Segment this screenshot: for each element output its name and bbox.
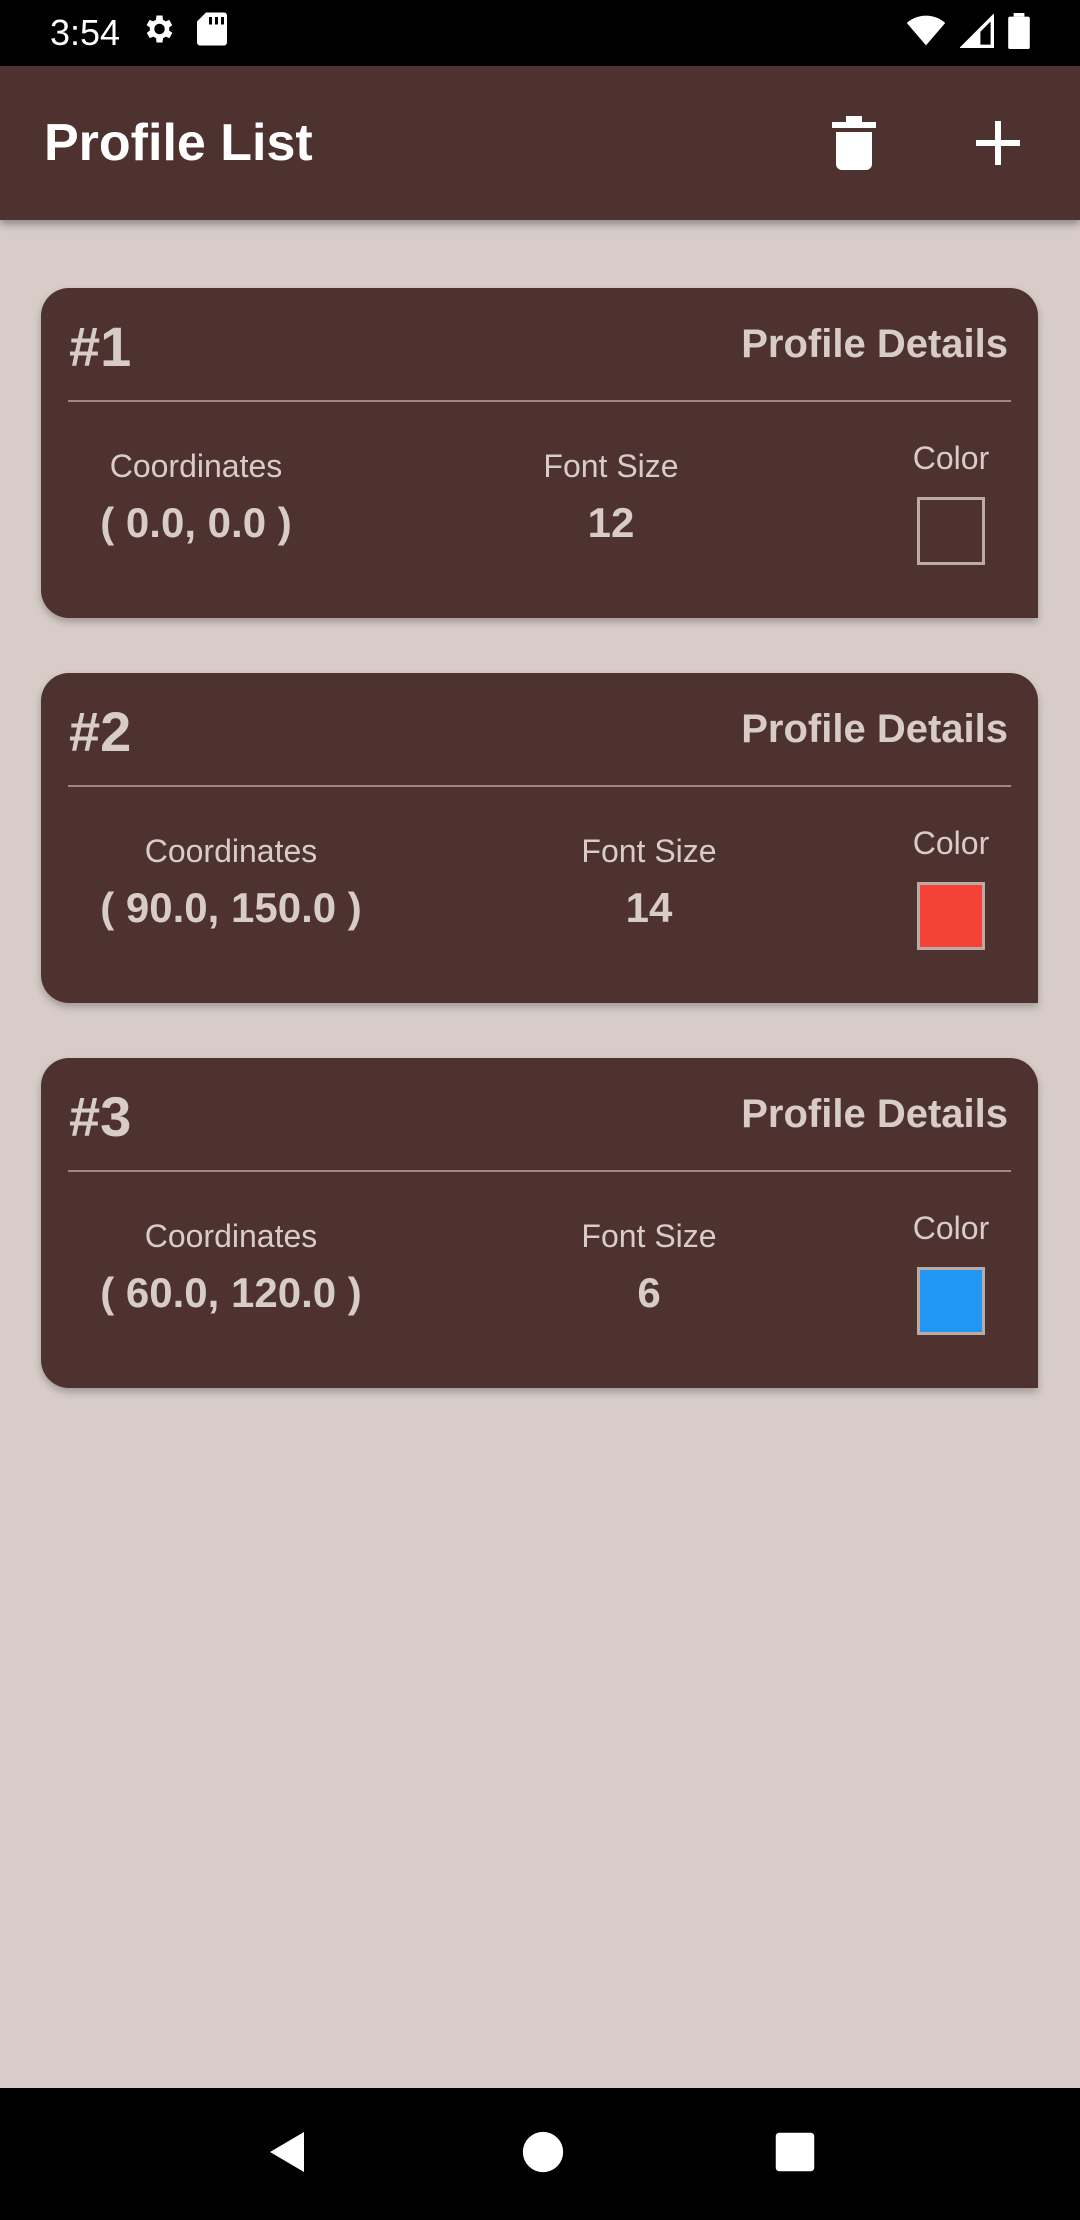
sd-card-icon bbox=[196, 11, 228, 56]
color-label: Color bbox=[912, 440, 990, 476]
recents-button[interactable] bbox=[774, 2131, 816, 2178]
back-button[interactable] bbox=[264, 2128, 312, 2181]
profile-details-link[interactable]: Profile Details bbox=[741, 322, 1008, 367]
color-label: Color bbox=[912, 825, 990, 861]
font-size-label: Font Size bbox=[581, 833, 717, 869]
battery-icon bbox=[1008, 12, 1030, 54]
settings-icon bbox=[140, 11, 176, 56]
color-swatch bbox=[917, 497, 985, 565]
status-bar: 3:54 bbox=[0, 0, 1080, 66]
font-size-label: Font Size bbox=[581, 1218, 717, 1254]
font-size-value: 14 bbox=[625, 884, 673, 931]
app-bar: Profile List bbox=[0, 66, 1080, 220]
coordinates-label: Coordinates bbox=[144, 833, 318, 869]
divider bbox=[68, 785, 1011, 787]
add-button[interactable] bbox=[960, 105, 1036, 181]
trash-icon bbox=[832, 116, 876, 170]
home-circle-icon bbox=[522, 2131, 564, 2172]
home-button[interactable] bbox=[521, 2130, 565, 2179]
font-size-field: Font Size 14 bbox=[549, 833, 749, 932]
app-actions bbox=[816, 105, 1036, 181]
color-swatch bbox=[917, 882, 985, 950]
font-size-value: 12 bbox=[587, 499, 635, 546]
coordinates-value: ( 90.0, 150.0 ) bbox=[100, 884, 362, 931]
recents-square-icon bbox=[775, 2132, 814, 2171]
profile-number: #1 bbox=[69, 315, 132, 378]
color-swatch bbox=[917, 1267, 985, 1335]
profile-card[interactable]: #2 Profile Details Coordinates ( 90.0, 1… bbox=[41, 673, 1038, 1003]
profile-card[interactable]: #1 Profile Details Coordinates ( 0.0, 0.… bbox=[41, 288, 1038, 618]
coordinates-value: ( 0.0, 0.0 ) bbox=[100, 499, 292, 546]
color-label: Color bbox=[912, 1210, 990, 1246]
profile-number: #3 bbox=[69, 1085, 132, 1148]
color-field: Color bbox=[891, 1210, 1011, 1335]
profile-number: #2 bbox=[69, 700, 132, 763]
font-size-field: Font Size 12 bbox=[511, 448, 711, 547]
font-size-value: 6 bbox=[637, 1269, 661, 1316]
plus-icon bbox=[976, 121, 1020, 165]
wifi-icon bbox=[906, 15, 946, 52]
font-size-field: Font Size 6 bbox=[549, 1218, 749, 1317]
back-triangle-icon bbox=[270, 2131, 305, 2172]
coordinates-field: Coordinates ( 90.0, 150.0 ) bbox=[81, 833, 381, 932]
coordinates-value: ( 60.0, 120.0 ) bbox=[100, 1269, 362, 1316]
coordinates-label: Coordinates bbox=[144, 1218, 318, 1254]
coordinates-field: Coordinates ( 0.0, 0.0 ) bbox=[71, 448, 321, 547]
coordinates-field: Coordinates ( 60.0, 120.0 ) bbox=[81, 1218, 381, 1317]
profile-details-link[interactable]: Profile Details bbox=[741, 1092, 1008, 1137]
status-left: 3:54 bbox=[50, 11, 228, 56]
coordinates-label: Coordinates bbox=[109, 448, 283, 484]
status-right bbox=[906, 12, 1030, 54]
font-size-label: Font Size bbox=[543, 448, 679, 484]
delete-button[interactable] bbox=[816, 105, 892, 181]
signal-icon bbox=[959, 12, 994, 53]
color-field: Color bbox=[891, 440, 1011, 565]
divider bbox=[68, 1170, 1011, 1172]
color-field: Color bbox=[891, 825, 1011, 950]
navigation-bar bbox=[0, 2088, 1080, 2220]
status-time: 3:54 bbox=[50, 12, 121, 53]
profile-details-link[interactable]: Profile Details bbox=[741, 707, 1008, 752]
profile-card[interactable]: #3 Profile Details Coordinates ( 60.0, 1… bbox=[41, 1058, 1038, 1388]
page-title: Profile List bbox=[44, 114, 313, 172]
divider bbox=[68, 400, 1011, 402]
